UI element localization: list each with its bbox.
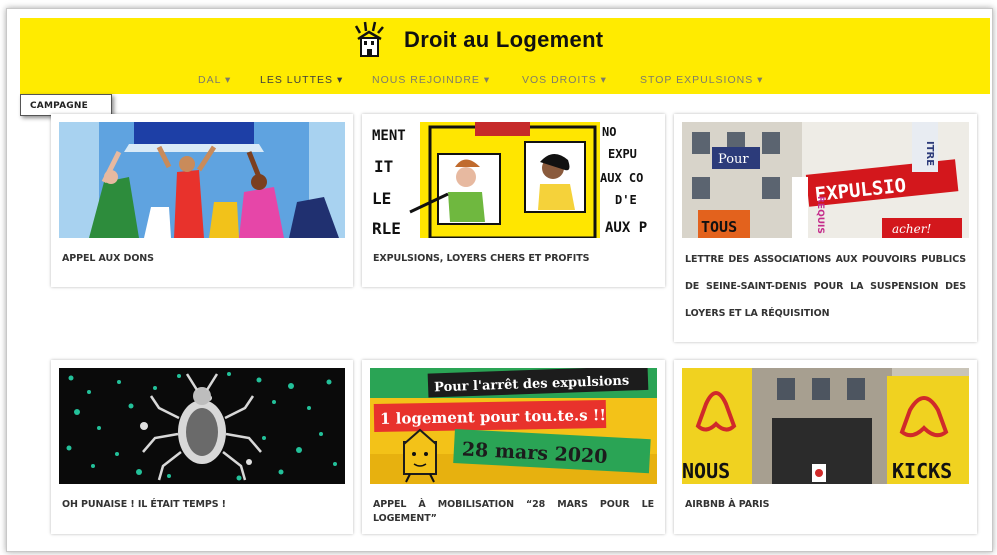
comic-word-r5: AUX P bbox=[605, 220, 647, 236]
post-card-lettre-associations[interactable]: Pour EXPULSIO TOUS ITRE REQUIS acher! LE… bbox=[674, 114, 977, 342]
airbnb-flags-photo: NOUS KICKS bbox=[682, 368, 969, 484]
banner-word-1: Pour bbox=[718, 152, 749, 167]
main-nav: DAL ▾ LES LUTTES ▾ NOUS REJOINDRE ▾ VOS … bbox=[20, 72, 990, 92]
flag-word-1: NOUS bbox=[682, 459, 730, 483]
comic-word-r4: D'E bbox=[615, 193, 637, 207]
banner-word-4: ITRE bbox=[924, 141, 935, 166]
bedbug-illustration bbox=[59, 368, 345, 484]
comic-word-r1: NO bbox=[602, 125, 616, 139]
building-banners-photo: Pour EXPULSIO TOUS ITRE REQUIS acher! bbox=[682, 122, 969, 238]
nav-item-vos-droits[interactable]: VOS DROITS ▾ bbox=[522, 74, 607, 86]
comic-word-4: RLE bbox=[372, 219, 401, 238]
poster-illustration: Pour l'arrêt des expulsions 1 logement p… bbox=[370, 368, 657, 484]
nav-item-dal[interactable]: DAL ▾ bbox=[198, 74, 231, 86]
nav-item-nous-rejoindre[interactable]: NOUS REJOINDRE ▾ bbox=[372, 74, 490, 86]
post-image[interactable]: Pour EXPULSIO TOUS ITRE REQUIS acher! bbox=[682, 122, 969, 238]
comic-word-r3: AUX CO bbox=[600, 171, 643, 185]
site-header: Droit au Logement DAL ▾ LES LUTTES ▾ NOU… bbox=[20, 18, 990, 94]
comic-word-r2: EXPU bbox=[608, 147, 637, 161]
post-card-expulsions[interactable]: MENT IT LE RLE NO EXPU AUX CO D'E AUX P … bbox=[362, 114, 665, 287]
banner-word-6: acher! bbox=[892, 222, 931, 236]
post-title[interactable]: LETTRE DES ASSOCIATIONS AUX POUVOIRS PUB… bbox=[685, 246, 966, 327]
banner-word-3: TOUS bbox=[701, 218, 737, 236]
post-title[interactable]: APPEL AUX DONS bbox=[62, 252, 342, 266]
comic-word-3: LE bbox=[372, 189, 391, 208]
comic-illustration: MENT IT LE RLE NO EXPU AUX CO D'E AUX P bbox=[370, 122, 657, 238]
site-logo[interactable]: Droit au Logement bbox=[350, 20, 603, 60]
post-title[interactable]: EXPULSIONS, LOYERS CHERS ET PROFITS bbox=[373, 252, 654, 266]
comic-word-1: MENT bbox=[372, 128, 406, 144]
campaign-menu-item[interactable]: CAMPAGNE bbox=[20, 94, 112, 116]
nav-item-stop-expulsions[interactable]: STOP EXPULSIONS ▾ bbox=[640, 74, 763, 86]
post-image[interactable]: MENT IT LE RLE NO EXPU AUX CO D'E AUX P bbox=[370, 122, 657, 238]
post-image[interactable] bbox=[59, 368, 345, 484]
post-image[interactable] bbox=[59, 122, 345, 238]
post-card-appel-aux-dons[interactable]: APPEL AUX DONS bbox=[51, 114, 353, 287]
nav-item-les-luttes[interactable]: LES LUTTES ▾ bbox=[260, 74, 343, 86]
post-image[interactable]: Pour l'arrêt des expulsions 1 logement p… bbox=[370, 368, 657, 484]
banner-word-5: REQUIS bbox=[815, 196, 825, 234]
post-card-mobilisation-28-mars[interactable]: Pour l'arrêt des expulsions 1 logement p… bbox=[362, 360, 665, 534]
post-image[interactable]: NOUS KICKS bbox=[682, 368, 969, 484]
crowd-illustration bbox=[59, 122, 345, 238]
post-card-oh-punaise[interactable]: OH PUNAISE ! IL ÉTAIT TEMPS ! bbox=[51, 360, 353, 534]
site-name: Droit au Logement bbox=[404, 27, 604, 52]
flag-word-2: KICKS bbox=[892, 459, 952, 483]
post-card-airbnb[interactable]: NOUS KICKS AIRBNB À PARIS bbox=[674, 360, 977, 534]
comic-word-2: IT bbox=[374, 157, 393, 176]
post-title[interactable]: OH PUNAISE ! IL ÉTAIT TEMPS ! bbox=[62, 498, 342, 512]
post-title[interactable]: AIRBNB À PARIS bbox=[685, 498, 966, 512]
house-logo-icon bbox=[354, 21, 384, 57]
post-title[interactable]: APPEL À MOBILISATION “28 MARS POUR LE LO… bbox=[373, 498, 654, 526]
